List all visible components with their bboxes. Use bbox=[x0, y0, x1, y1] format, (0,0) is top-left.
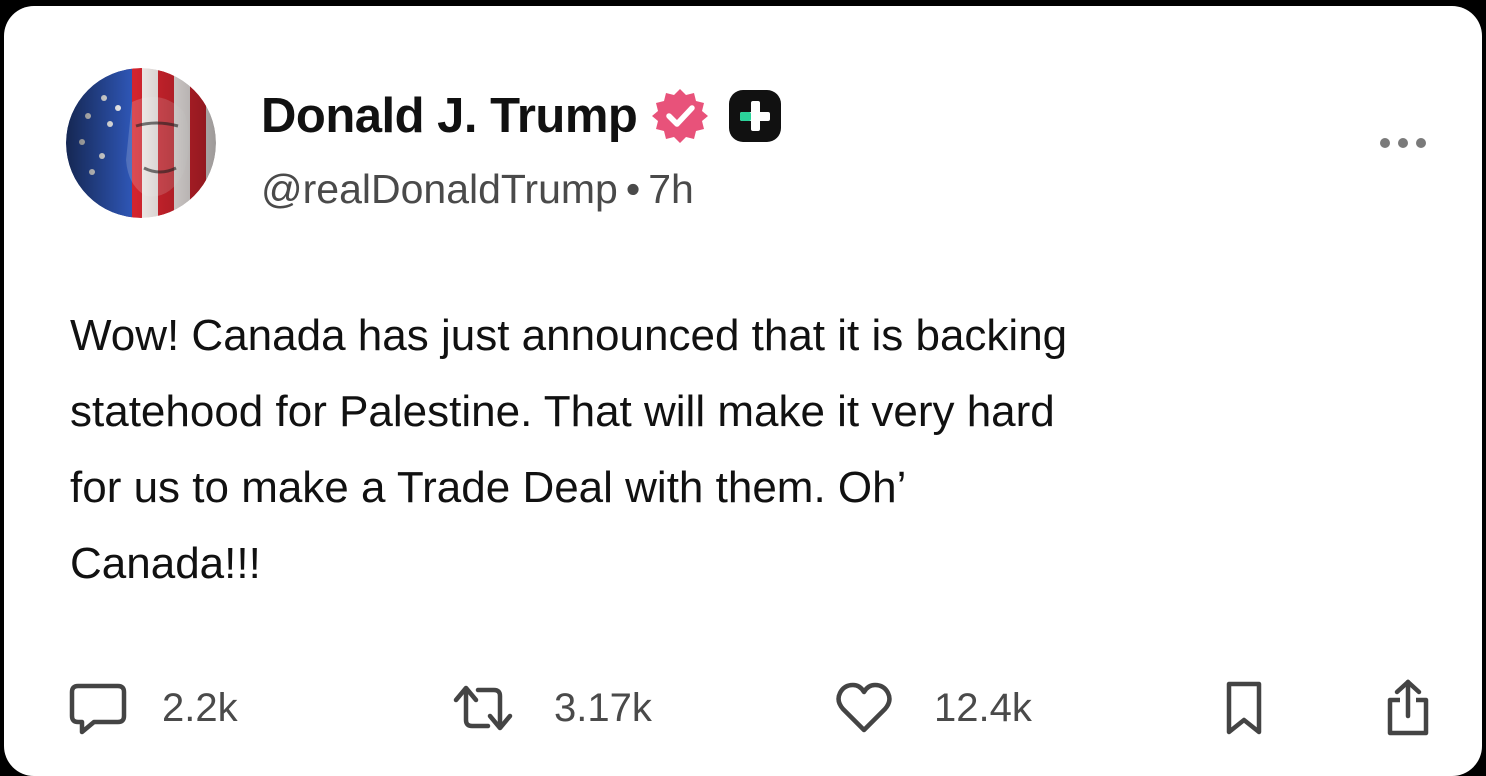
author-handle[interactable]: @realDonaldTrump bbox=[261, 166, 618, 212]
repost-icon bbox=[453, 685, 513, 731]
author-name-row: Donald J. Trump bbox=[261, 86, 783, 146]
heart-icon bbox=[836, 682, 892, 733]
bookmark-button[interactable] bbox=[1220, 678, 1268, 738]
more-dot bbox=[1380, 138, 1390, 148]
avatar-image bbox=[66, 68, 216, 218]
more-dot bbox=[1398, 138, 1408, 148]
author-name[interactable]: Donald J. Trump bbox=[261, 88, 638, 144]
reply-button[interactable]: 2.2k bbox=[68, 678, 238, 738]
post-timestamp[interactable]: 7h bbox=[648, 166, 694, 212]
plus-badge-icon bbox=[729, 90, 782, 142]
like-button[interactable]: 12.4k bbox=[834, 678, 1032, 738]
more-dot bbox=[1416, 138, 1426, 148]
handle-row: @realDonaldTrump • 7h bbox=[261, 166, 694, 213]
share-icon bbox=[1387, 679, 1429, 736]
avatar[interactable] bbox=[66, 68, 216, 218]
repost-count: 3.17k bbox=[554, 685, 652, 730]
verified-badge-icon bbox=[652, 89, 709, 143]
like-count: 12.4k bbox=[934, 685, 1032, 730]
post-card[interactable]: Donald J. Trump @realDonaldTrump • 7h Wow!… bbox=[4, 6, 1482, 776]
repost-button[interactable]: 3.17k bbox=[448, 678, 652, 738]
separator-dot: • bbox=[625, 166, 641, 212]
post-text: Wow! Canada has just announced that it i… bbox=[70, 311, 1068, 588]
more-options-icon[interactable] bbox=[1380, 138, 1426, 148]
reply-count: 2.2k bbox=[162, 685, 238, 730]
share-button[interactable] bbox=[1380, 678, 1436, 738]
bookmark-icon bbox=[1226, 681, 1262, 735]
action-bar: 2.2k 3.17k 12.4k bbox=[4, 678, 1482, 738]
reply-icon bbox=[69, 683, 127, 735]
